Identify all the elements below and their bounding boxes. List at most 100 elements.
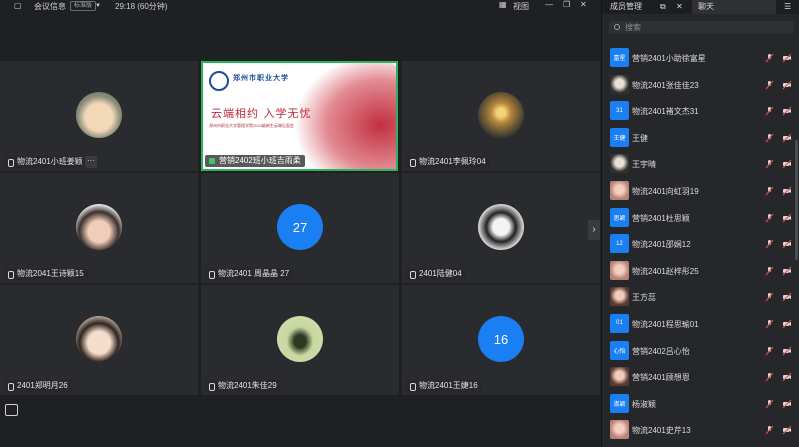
mic-off-icon[interactable] bbox=[765, 319, 774, 329]
camera-off-icon[interactable] bbox=[782, 399, 792, 409]
camera-off-icon[interactable] bbox=[782, 80, 792, 90]
mic-off-icon[interactable] bbox=[765, 159, 774, 169]
popout-icon[interactable]: ⧉ bbox=[660, 0, 666, 14]
member-avatar: 富星 bbox=[610, 48, 629, 67]
member-row[interactable]: 物流2401赵梓彤25 bbox=[602, 258, 799, 285]
participant-name: 物流2041王诗颖15 bbox=[4, 268, 88, 280]
member-avatar: 12 bbox=[610, 234, 629, 254]
member-row[interactable]: 淑颖 杨淑颖 bbox=[602, 391, 799, 418]
member-row[interactable]: 富星 营销2401小助徐富星 bbox=[602, 45, 799, 72]
member-row[interactable]: 王宇晴 bbox=[602, 151, 799, 178]
member-list: 富星 营销2401小助徐富星 物流2401张佳佳23 31 物流2401褚文杰31 王健王… bbox=[602, 45, 799, 444]
tab-chat[interactable]: 聊天 bbox=[692, 0, 776, 14]
view-button[interactable]: 视图 bbox=[513, 1, 529, 12]
info-icon[interactable]: ▢ bbox=[14, 1, 22, 11]
member-row[interactable]: 物流2401向虹羽19 bbox=[602, 178, 799, 205]
slide-subtitle: 郑州市职业大学管理学院2024级新生云端见面会 bbox=[209, 123, 294, 128]
chevron-down-icon[interactable]: ▼ bbox=[95, 1, 101, 11]
avatar bbox=[76, 92, 122, 138]
video-tile[interactable]: 27 物流2401 周晶晶 27 bbox=[201, 173, 399, 283]
mic-off-icon[interactable] bbox=[765, 346, 774, 356]
video-tile[interactable]: 物流2401李佩玲04 bbox=[402, 61, 600, 171]
member-name: 王健 bbox=[632, 133, 648, 143]
member-row[interactable]: 物流2401史芹13 bbox=[602, 417, 799, 444]
member-avatar: 31 bbox=[610, 101, 629, 121]
mic-off-icon[interactable] bbox=[765, 266, 774, 276]
mic-off-icon[interactable] bbox=[765, 80, 774, 90]
shared-screen-tile[interactable]: 郑州市职业大学 云端相约 入学无忧 郑州市职业大学管理学院2024级新生云端见面… bbox=[201, 61, 398, 171]
camera-off-icon[interactable] bbox=[782, 292, 792, 302]
video-tile[interactable]: 物流2401朱佳29 bbox=[201, 285, 399, 395]
member-row[interactable]: 王方蕊 bbox=[602, 284, 799, 311]
avatar bbox=[478, 92, 524, 138]
search-icon bbox=[614, 24, 620, 30]
member-row[interactable]: 31 物流2401褚文杰31 bbox=[602, 98, 799, 125]
camera-off-icon[interactable] bbox=[782, 372, 792, 382]
participant-name: 营销2402班小班吉雨柔 bbox=[205, 155, 305, 167]
mic-off-icon[interactable] bbox=[765, 213, 774, 223]
member-avatar bbox=[610, 287, 629, 307]
mic-off-icon[interactable] bbox=[765, 425, 774, 435]
member-row[interactable]: 思颖 营销2401杜思颖 bbox=[602, 205, 799, 232]
member-name: 王方蕊 bbox=[632, 293, 656, 303]
mic-off-icon[interactable] bbox=[765, 106, 774, 116]
camera-off-icon[interactable] bbox=[782, 159, 792, 169]
camera-off-icon[interactable] bbox=[782, 266, 792, 276]
camera-off-icon[interactable] bbox=[782, 213, 792, 223]
member-avatar: 王健 bbox=[610, 127, 629, 147]
camera-off-icon[interactable] bbox=[782, 133, 792, 143]
member-row[interactable]: 物流2401张佳佳23 bbox=[602, 72, 799, 99]
member-list-scrollbar[interactable] bbox=[795, 140, 798, 260]
member-row[interactable]: 王健 王健 bbox=[602, 125, 799, 152]
mic-off-icon[interactable] bbox=[765, 292, 774, 302]
camera-off-icon[interactable] bbox=[782, 239, 792, 249]
minimize-icon[interactable]: — bbox=[545, 0, 553, 10]
mic-off-icon[interactable] bbox=[765, 372, 774, 382]
camera-off-icon[interactable] bbox=[782, 425, 792, 435]
camera-off-icon[interactable] bbox=[782, 319, 792, 329]
camera-off-icon[interactable] bbox=[782, 186, 792, 196]
mic-off-icon[interactable] bbox=[765, 53, 774, 63]
meeting-info-label[interactable]: 会议信息 bbox=[34, 1, 66, 12]
member-name: 营销2402吕心怡 bbox=[632, 346, 690, 356]
side-panel: 成员管理 ⧉ ✕ 聊天 ☰ 富星营销2401小助徐富星物流2401张佳佳23 31… bbox=[601, 0, 799, 447]
number-avatar: 27 bbox=[277, 204, 323, 250]
panel-tabs: 成员管理 ⧉ ✕ 聊天 ☰ bbox=[602, 0, 799, 14]
next-page-button[interactable]: › bbox=[588, 220, 600, 240]
member-name: 杨淑颖 bbox=[632, 399, 656, 409]
video-tile[interactable]: 16 物流2401王婕16 bbox=[402, 285, 600, 395]
close-panel-icon[interactable]: ✕ bbox=[676, 0, 683, 14]
member-row[interactable]: 12 物流2401邵娴12 bbox=[602, 231, 799, 258]
member-row[interactable]: 营销2401顾想恩 bbox=[602, 364, 799, 391]
member-name: 王宇晴 bbox=[632, 160, 656, 170]
restore-icon[interactable]: ❐ bbox=[563, 0, 570, 10]
grid-view-icon[interactable]: ▦ bbox=[499, 0, 507, 10]
video-tile[interactable]: 物流2041王诗颖15 bbox=[0, 173, 198, 283]
more-options-button[interactable]: ··· bbox=[85, 156, 97, 168]
mic-off-icon[interactable] bbox=[765, 239, 774, 249]
camera-off-icon[interactable] bbox=[782, 106, 792, 116]
member-search[interactable] bbox=[609, 21, 794, 34]
video-tile[interactable]: 2401陆健04 bbox=[402, 173, 600, 283]
participant-name: 物流2401王婕16 bbox=[406, 380, 482, 392]
mic-off-icon[interactable] bbox=[765, 186, 774, 196]
member-row[interactable]: 心怡 营销2402吕心怡 bbox=[602, 338, 799, 365]
close-icon[interactable]: ✕ bbox=[580, 0, 587, 10]
mic-off-icon[interactable] bbox=[765, 133, 774, 143]
school-logo-icon bbox=[209, 71, 229, 91]
member-row[interactable]: 01 物流2401程思瑜01 bbox=[602, 311, 799, 338]
menu-icon[interactable]: ☰ bbox=[784, 0, 791, 14]
member-name: 物流2401史芹13 bbox=[632, 426, 691, 436]
video-tile[interactable]: 物流2401小班姜颖 ··· bbox=[0, 61, 198, 171]
camera-off-icon[interactable] bbox=[782, 53, 792, 63]
search-input[interactable] bbox=[625, 21, 785, 34]
member-avatar bbox=[610, 180, 629, 200]
camera-off-icon[interactable] bbox=[782, 346, 792, 356]
member-avatar bbox=[610, 367, 629, 387]
member-avatar bbox=[610, 154, 629, 174]
tab-member-management[interactable]: 成员管理 bbox=[610, 0, 642, 14]
video-tile[interactable]: 2401郑明月26 bbox=[0, 285, 198, 395]
meeting-top-bar: ▢ 会议信息 标准版 ▼ 29:18 (60分钟) ▦ 视图 — ❐ ✕ bbox=[0, 0, 603, 13]
screenshot-icon[interactable] bbox=[5, 404, 18, 416]
mic-off-icon[interactable] bbox=[765, 399, 774, 409]
